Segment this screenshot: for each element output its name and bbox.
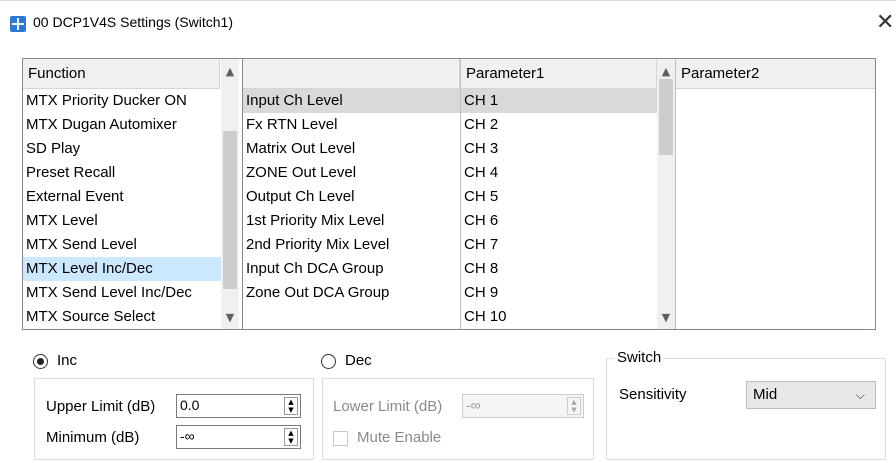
- list-item[interactable]: MTX Send Level: [23, 233, 221, 257]
- parameter1-header[interactable]: Parameter1: [461, 59, 657, 89]
- list-item[interactable]: CH 4: [461, 161, 657, 185]
- list-item[interactable]: MTX Send Level Inc/Dec: [23, 281, 221, 305]
- list-item[interactable]: CH 7: [461, 233, 657, 257]
- upper-limit-spinbox[interactable]: 0.0 ▲ ▼: [176, 394, 301, 418]
- minimum-spinbox[interactable]: -∞ ▲ ▼: [176, 425, 301, 449]
- inc-label[interactable]: Inc: [57, 352, 77, 369]
- scroll-down-icon[interactable]: ▼: [221, 309, 239, 326]
- list-item[interactable]: Fx RTN Level: [243, 113, 460, 137]
- list-item[interactable]: CH 2: [461, 113, 657, 137]
- scroll-up-icon[interactable]: ▲: [221, 63, 239, 80]
- parameter1-scrollbar[interactable]: ▲ ▼: [657, 59, 675, 329]
- parameter2-header[interactable]: Parameter2: [676, 59, 875, 89]
- list-item[interactable]: SD Play: [23, 137, 221, 161]
- close-button[interactable]: ✕: [876, 9, 896, 37]
- sensitivity-dropdown[interactable]: Mid ⌵: [746, 381, 876, 409]
- function-header[interactable]: Function: [23, 59, 220, 89]
- function-scrollbar[interactable]: ▲ ▼: [221, 59, 239, 329]
- list-item-selected[interactable]: MTX Level Inc/Dec: [23, 257, 221, 281]
- spin-arrows-icon[interactable]: ▲ ▼: [284, 397, 298, 415]
- list-item[interactable]: Output Ch Level: [243, 185, 460, 209]
- list-item[interactable]: CH 3: [461, 137, 657, 161]
- list-item[interactable]: Preset Recall: [23, 161, 221, 185]
- spin-arrows-icon[interactable]: ▲ ▼: [567, 397, 581, 415]
- list-item[interactable]: MTX Source Select: [23, 305, 221, 329]
- type-header[interactable]: [243, 59, 460, 89]
- dec-radio[interactable]: [321, 354, 336, 369]
- spin-arrows-icon[interactable]: ▲ ▼: [284, 428, 298, 446]
- app-icon: [10, 16, 26, 32]
- lower-limit-value[interactable]: -∞: [466, 397, 481, 413]
- minimum-value[interactable]: -∞: [180, 428, 195, 444]
- switch-group-title: Switch: [614, 349, 665, 366]
- list-item[interactable]: External Event: [23, 185, 221, 209]
- mute-enable-label[interactable]: Mute Enable: [357, 429, 441, 446]
- list-item[interactable]: CH 5: [461, 185, 657, 209]
- function-list[interactable]: Function MTX Priority Ducker ON MTX Duga…: [22, 58, 244, 330]
- list-item[interactable]: CH 10: [461, 305, 657, 329]
- inc-radio[interactable]: [33, 354, 48, 369]
- lower-limit-label: Lower Limit (dB): [333, 398, 443, 415]
- dec-group: [322, 378, 594, 460]
- list-item[interactable]: 2nd Priority Mix Level: [243, 233, 460, 257]
- parameter-lists: Input Ch Level Fx RTN Level Matrix Out L…: [242, 58, 876, 330]
- sensitivity-value[interactable]: Mid: [753, 386, 777, 403]
- list-item-selected[interactable]: CH 1: [461, 89, 657, 113]
- switch-group: [606, 358, 886, 460]
- list-item[interactable]: MTX Priority Ducker ON: [23, 89, 221, 113]
- sensitivity-label: Sensitivity: [619, 386, 687, 403]
- list-item[interactable]: CH 6: [461, 209, 657, 233]
- list-item[interactable]: ZONE Out Level: [243, 161, 460, 185]
- upper-limit-label: Upper Limit (dB): [46, 398, 156, 415]
- list-item[interactable]: 1st Priority Mix Level: [243, 209, 460, 233]
- list-item[interactable]: Zone Out DCA Group: [243, 281, 460, 305]
- window-title: 00 DCP1V4S Settings (Switch1): [33, 14, 233, 30]
- mute-enable-checkbox[interactable]: [333, 431, 348, 446]
- list-item[interactable]: MTX Dugan Automixer: [23, 113, 221, 137]
- list-item[interactable]: MTX Level: [23, 209, 221, 233]
- list-item[interactable]: Input Ch DCA Group: [243, 257, 460, 281]
- list-item[interactable]: Matrix Out Level: [243, 137, 460, 161]
- lower-limit-spinbox[interactable]: -∞ ▲ ▼: [462, 394, 584, 418]
- parameter2-rows: [676, 89, 875, 329]
- chevron-down-icon[interactable]: ⌵: [856, 388, 865, 403]
- scroll-up-icon[interactable]: ▲: [657, 63, 675, 80]
- dec-label[interactable]: Dec: [345, 352, 372, 369]
- scroll-thumb[interactable]: [659, 79, 673, 155]
- minimum-label: Minimum (dB): [46, 429, 140, 446]
- list-item-selected[interactable]: Input Ch Level: [243, 89, 460, 113]
- upper-limit-value[interactable]: 0.0: [180, 397, 199, 413]
- scroll-down-icon[interactable]: ▼: [657, 309, 675, 326]
- scroll-thumb[interactable]: [223, 131, 237, 289]
- list-item[interactable]: CH 8: [461, 257, 657, 281]
- title-bar: 00 DCP1V4S Settings (Switch1) ✕: [0, 0, 896, 44]
- list-item[interactable]: CH 9: [461, 281, 657, 305]
